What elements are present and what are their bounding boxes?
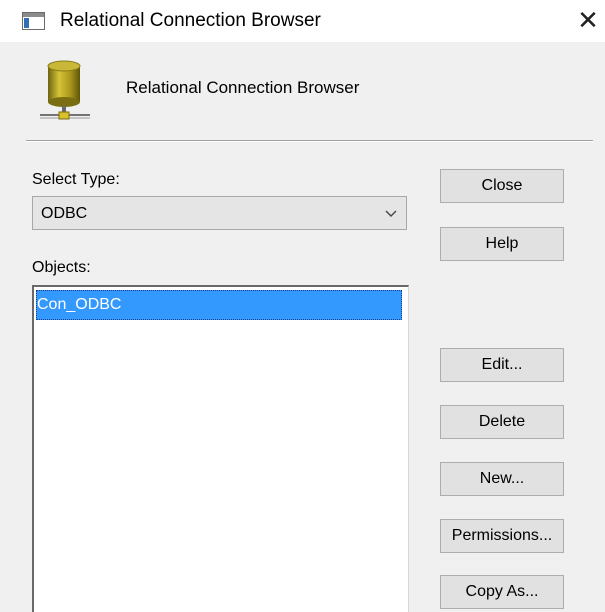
chevron-down-icon [385,210,397,217]
select-type-value: ODBC [41,205,88,222]
select-type-label: Select Type: [32,171,120,188]
database-icon [40,60,90,120]
permissions-button[interactable]: Permissions... [440,519,564,553]
window-app-icon [22,12,45,30]
help-button[interactable]: Help [440,227,564,261]
list-item-con-odbc[interactable]: Con_ODBC [36,290,402,320]
objects-list[interactable]: Con_ODBC [32,285,409,612]
delete-button[interactable]: Delete [440,405,564,439]
dialog-window: Relational Connection Browser ✕ Relation… [0,0,605,612]
close-button[interactable]: Close [440,169,564,203]
title-bar[interactable]: Relational Connection Browser ✕ [0,0,605,42]
select-type-dropdown[interactable]: ODBC [32,196,407,230]
copy-as-button[interactable]: Copy As... [440,575,564,609]
close-window-icon[interactable]: ✕ [574,6,602,34]
new-button[interactable]: New... [440,462,564,496]
window-title: Relational Connection Browser [60,10,321,31]
header-separator [26,140,593,142]
header-title: Relational Connection Browser [126,78,360,97]
objects-label: Objects: [32,259,91,276]
edit-button[interactable]: Edit... [440,348,564,382]
